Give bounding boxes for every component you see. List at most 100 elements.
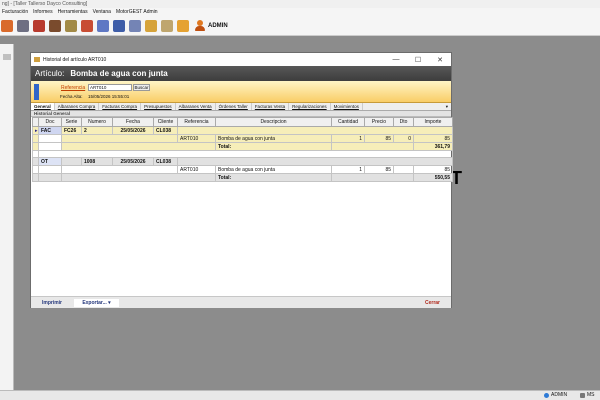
maximize-button[interactable]: ☐ bbox=[407, 56, 429, 64]
date-value: 15/05/2026 15:55:01 bbox=[88, 94, 130, 99]
invoice-icon[interactable] bbox=[113, 19, 125, 32]
col-importe[interactable]: Importe bbox=[413, 117, 453, 127]
table-row[interactable]: Total: 550,55 bbox=[32, 173, 453, 182]
panel-pin-icon[interactable] bbox=[3, 54, 11, 60]
importe-cell: 85 bbox=[413, 165, 453, 174]
wrench-icon[interactable] bbox=[81, 19, 93, 32]
tab-facturas-compra[interactable]: Facturas Compra bbox=[99, 103, 142, 110]
tab-albaranes-venta[interactable]: Albaranes Venta bbox=[176, 103, 216, 110]
col-dto[interactable]: Dto bbox=[393, 117, 414, 127]
precio-cell: 85 bbox=[364, 134, 394, 143]
detail-filler bbox=[177, 157, 453, 166]
folder-icon[interactable] bbox=[145, 19, 157, 32]
total-value: 361,79 bbox=[413, 142, 453, 151]
total-value: 550,55 bbox=[413, 173, 453, 182]
numero-cell: 1008 bbox=[81, 157, 113, 166]
clients-icon[interactable] bbox=[1, 19, 13, 32]
tools-icon[interactable] bbox=[65, 19, 77, 32]
empty-row bbox=[38, 150, 453, 158]
tab-regularizaciones[interactable]: Regularizaciones bbox=[289, 103, 331, 110]
app-menubar: Facturación Informes Herramientas Ventan… bbox=[0, 8, 600, 16]
col-doc[interactable]: Doc bbox=[38, 117, 62, 127]
tab-ordenes-taller[interactable]: Órdenes Taller bbox=[216, 103, 252, 110]
dialog-footer: Imprimir Exportar... ▾ Cerrar bbox=[31, 296, 451, 308]
empty-cell bbox=[38, 142, 62, 151]
col-fecha[interactable]: Fecha bbox=[112, 117, 154, 127]
referencia-cell: ART010 bbox=[177, 165, 216, 174]
col-precio[interactable]: Precio bbox=[364, 117, 394, 127]
window-app-icon bbox=[34, 57, 40, 62]
tab-presupuestos[interactable]: Presupuestos bbox=[141, 103, 176, 110]
serie-cell: FC26 bbox=[61, 126, 82, 135]
table-row[interactable]: ▸ FAC FC26 2 25/05/2026 CL038 bbox=[32, 126, 453, 135]
toolbar-user[interactable]: ADMIN bbox=[195, 20, 228, 31]
precio-cell: 85 bbox=[364, 165, 394, 174]
export-button[interactable]: Exportar... ▾ bbox=[74, 299, 119, 307]
bus-icon[interactable] bbox=[17, 19, 29, 32]
descripcion-cell: Bomba de agua con junta bbox=[215, 165, 332, 174]
fecha-cell: 25/05/2026 bbox=[112, 126, 154, 135]
group-spacer bbox=[61, 142, 216, 151]
document-icon[interactable] bbox=[97, 19, 109, 32]
search-button[interactable]: Buscar bbox=[133, 84, 150, 91]
user-icon bbox=[195, 20, 205, 31]
status-user-name: ADMIN bbox=[551, 392, 568, 398]
table-row[interactable] bbox=[32, 150, 453, 158]
app-title: ng] - [Taller Tallerso Dayco Consulting] bbox=[2, 1, 88, 7]
importe-cell: 85 bbox=[413, 134, 453, 143]
col-cliente[interactable]: Cliente bbox=[153, 117, 178, 127]
app-toolbar: ADMIN bbox=[0, 16, 600, 36]
report-icon[interactable] bbox=[129, 19, 141, 32]
tab-general[interactable]: General bbox=[31, 103, 55, 110]
row-indicator-icon: ▸ bbox=[32, 126, 39, 135]
toolbar-user-name: ADMIN bbox=[208, 22, 228, 29]
numero-cell: 2 bbox=[81, 126, 113, 135]
detail-filler bbox=[177, 126, 453, 135]
tab-albaranes-compra[interactable]: Albaranes Compra bbox=[55, 103, 100, 110]
cliente-cell: CL038 bbox=[153, 157, 178, 166]
dialog-titlebar: Historial del artículo ART010 — ☐ ✕ bbox=[31, 53, 451, 66]
reference-input[interactable]: ART010 bbox=[88, 84, 132, 91]
close-window-button[interactable]: ✕ bbox=[429, 56, 451, 64]
table-row[interactable]: Total: 361,79 bbox=[32, 142, 453, 151]
col-serie[interactable]: Serie bbox=[61, 117, 82, 127]
col-referencia[interactable]: Referencia bbox=[177, 117, 216, 127]
menu-ventana[interactable]: Ventana bbox=[93, 8, 111, 16]
tab-movimientos[interactable]: Movimientos bbox=[331, 103, 363, 110]
fecha-cell: 25/05/2026 bbox=[112, 157, 154, 166]
history-grid: Doc Serie Numero Fecha Cliente Referenci… bbox=[32, 117, 453, 182]
vehicle-icon[interactable] bbox=[49, 19, 61, 32]
total-spacer bbox=[331, 173, 414, 182]
table-row[interactable]: ART010 Bomba de agua con junta 1 85 85 bbox=[32, 165, 453, 174]
menu-herramientas[interactable]: Herramientas bbox=[58, 8, 88, 16]
col-descripcion[interactable]: Descripcion bbox=[215, 117, 332, 127]
history-tabs: General Albaranes Compra Facturas Compra… bbox=[31, 103, 451, 111]
close-button[interactable]: Cerrar bbox=[415, 299, 450, 307]
tabs-dropdown-icon[interactable]: ▾ bbox=[443, 103, 451, 110]
article-name: Bomba de agua con junta bbox=[70, 69, 168, 78]
cantidad-cell: 1 bbox=[331, 165, 365, 174]
empty-cell bbox=[38, 173, 62, 182]
table-row[interactable]: OT 1008 25/05/2026 CL038 bbox=[32, 157, 453, 166]
group-spacer bbox=[61, 173, 216, 182]
menu-informes[interactable]: Informes bbox=[33, 8, 52, 16]
reference-link[interactable]: Referencia bbox=[61, 85, 85, 91]
article-label: Artículo: bbox=[35, 69, 65, 78]
tab-facturas-venta[interactable]: Facturas Venta bbox=[252, 103, 290, 110]
col-cantidad[interactable]: Cantidad bbox=[331, 117, 365, 127]
card-icon[interactable] bbox=[161, 19, 173, 32]
info-icon bbox=[34, 84, 39, 100]
col-numero[interactable]: Numero bbox=[81, 117, 113, 127]
settings-icon[interactable] bbox=[177, 19, 189, 32]
menu-motorgest-admin[interactable]: MotorGEST Admin bbox=[116, 8, 158, 16]
menu-facturacion[interactable]: Facturación bbox=[2, 8, 28, 16]
app-statusbar: ADMIN MS bbox=[0, 390, 600, 400]
dto-cell bbox=[393, 165, 414, 174]
print-button[interactable]: Imprimir bbox=[36, 299, 68, 307]
empty-cell bbox=[38, 165, 62, 174]
status-host-name: MS bbox=[587, 392, 595, 398]
computer-icon bbox=[580, 393, 585, 398]
minimize-button[interactable]: — bbox=[385, 56, 407, 63]
table-row[interactable]: ART010 Bomba de agua con junta 1 85 0 85 bbox=[32, 134, 453, 143]
car-icon[interactable] bbox=[33, 19, 45, 32]
